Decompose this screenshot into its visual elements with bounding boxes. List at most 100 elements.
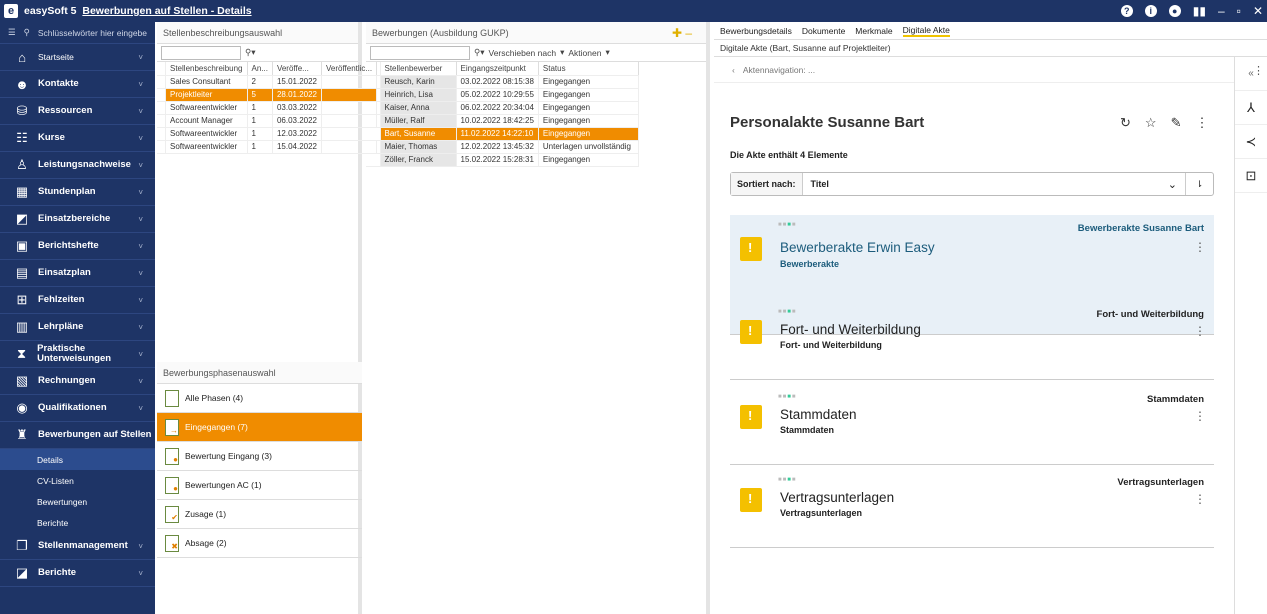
sidebar-item[interactable]: ⧗ Praktische Unterweisungen ˅ <box>0 341 155 368</box>
sidebar-item[interactable]: ❐ Stellenmanagement ˅ <box>0 533 155 560</box>
more-icon[interactable]: ⋮ <box>1194 324 1206 338</box>
table-row[interactable]: Softwareentwickler 1 03.03.2022 <box>157 101 378 115</box>
phase-item[interactable]: Alle Phasen (4) <box>157 384 362 413</box>
chevron-down-icon[interactable]: ˅ <box>138 542 143 551</box>
chevron-down-icon[interactable]: ˅ <box>138 404 143 413</box>
job-filter-input[interactable] <box>161 45 241 60</box>
column-header[interactable]: An... <box>247 62 273 76</box>
sidebar-subitem[interactable]: CV-Listen <box>0 470 155 491</box>
sidebar-item[interactable]: ◩ Einsatzbereiche ˅ <box>0 206 155 233</box>
table-row[interactable]: Müller, Ralf 10.02.2022 18:42:25 Eingegang… <box>366 114 639 128</box>
sidebar-item[interactable]: ☷ Kurse ˅ <box>0 125 155 152</box>
chevron-down-icon[interactable]: ˅ <box>138 350 143 359</box>
edit-icon[interactable]: ✎ <box>1171 115 1182 131</box>
table-row[interactable]: Softwareentwickler 1 15.04.2022 <box>157 140 378 154</box>
collapse-icon[interactable]: « <box>1235 57 1267 91</box>
sidebar-item[interactable]: ⊞ Fehlzeiten ˅ <box>0 287 155 314</box>
table-row[interactable]: Sales Consultant 2 15.01.2022 <box>157 75 378 89</box>
record-icon[interactable]: ● <box>1168 5 1181 17</box>
column-header[interactable]: Eingangszeitpunkt <box>456 62 539 76</box>
chevron-down-icon[interactable]: ˅ <box>138 377 143 386</box>
move-to-button[interactable]: Verschieben nach <box>489 48 557 58</box>
table-row[interactable]: Zöller, Franck 15.02.2022 15:28:31 Eingega… <box>366 153 639 167</box>
sort-select[interactable]: Sortiert nach: Titel ⌄ ⇂ <box>730 172 1214 196</box>
chevron-down-icon[interactable]: ˅ <box>138 188 143 197</box>
more-icon[interactable]: ⋮ <box>1194 492 1206 506</box>
table-row[interactable]: → Projektleiter 5 28.01.2022 <box>157 88 378 102</box>
help-icon[interactable]: ? <box>1120 5 1133 17</box>
sidebar-item[interactable]: ⌂ Startseite ˅ <box>0 44 155 71</box>
more-icon[interactable]: ⋮ <box>1195 115 1208 131</box>
tab-dokumente[interactable]: Dokumente <box>802 26 845 36</box>
chevron-down-icon[interactable]: ⌄ <box>1168 178 1177 191</box>
table-row[interactable]: Maier, Thomas 12.02.2022 13:45:32 Unterlag… <box>366 140 639 154</box>
upload-icon[interactable]: ⊡ <box>1235 159 1267 193</box>
chevron-down-icon[interactable]: ˅ <box>138 107 143 116</box>
file-card[interactable]: Stammdaten ■■■■ Stammdaten Stammdaten ⋮ <box>730 387 1214 465</box>
restore-icon[interactable]: ▫ <box>1237 4 1241 18</box>
chevron-down-icon[interactable]: ˅ <box>138 53 143 62</box>
table-row[interactable]: Reusch, Karin 03.02.2022 08:15:38 Eingegan… <box>366 75 639 89</box>
more-icon[interactable]: ⋮ <box>1194 240 1206 254</box>
search-icon[interactable]: ⚲▾ <box>245 47 256 58</box>
column-header[interactable]: Status <box>538 62 639 76</box>
column-header[interactable]: Veröffe... <box>272 62 323 76</box>
chevron-down-icon[interactable]: ˅ <box>138 134 143 143</box>
chevron-down-icon[interactable]: ˅ <box>138 80 143 89</box>
chevron-left-icon[interactable]: ‹ <box>732 65 735 75</box>
sidebar-item[interactable]: ◪ Berichte ˅ <box>0 560 155 587</box>
sort-order-icon[interactable]: ⇂ <box>1185 173 1213 195</box>
phase-item[interactable]: ● Bewertungen AC (1) <box>157 471 362 500</box>
file-card[interactable]: Fort- und Weiterbildung ■■■■ Fort- und Wei… <box>730 302 1214 380</box>
chevron-down-icon[interactable]: ˅ <box>138 569 143 578</box>
applicant-filter-input[interactable] <box>370 45 470 60</box>
table-row[interactable]: Heinrich, Lisa 05.02.2022 10:29:55 Eingega… <box>366 88 639 102</box>
tab-bewerbungsdetails[interactable]: Bewerbungsdetails <box>720 26 792 36</box>
minimize-button[interactable]: – <box>1218 4 1225 18</box>
column-header[interactable]: Stellenbeschreibung <box>165 62 248 76</box>
table-row[interactable]: → Bart, Susanne 11.02.2022 14:22:10 Eingega… <box>366 127 639 141</box>
phase-item[interactable]: ✖ Absage (2) <box>157 529 362 558</box>
sidebar-item[interactable]: ▧ Rechnungen ˅ <box>0 368 155 395</box>
sidebar-subitem[interactable]: Bewertungen <box>0 491 155 512</box>
chevron-down-icon[interactable]: ˅ <box>138 242 143 251</box>
sidebar-subitem[interactable]: Berichte <box>0 512 155 533</box>
sidebar-item[interactable]: ▦ Stundenplan ˅ <box>0 179 155 206</box>
sidebar-item[interactable]: ♙ Leistungsnachweise ˅ <box>0 152 155 179</box>
chevron-down-icon[interactable]: ˅ <box>138 323 143 332</box>
sidebar-search[interactable]: ☰ ⚲ Schlüsselwörter hier eingebe <box>0 22 155 44</box>
chevron-down-icon[interactable]: ˅ <box>138 296 143 305</box>
table-row[interactable]: Softwareentwickler 1 12.03.2022 <box>157 127 378 141</box>
more-icon[interactable]: ⋮ <box>1194 409 1206 423</box>
actions-button[interactable]: Aktionen <box>568 48 601 58</box>
star-icon[interactable]: ☆ <box>1145 115 1157 131</box>
menu-icon[interactable]: ☰ <box>8 27 16 38</box>
tab-merkmale[interactable]: Merkmale <box>855 26 892 36</box>
chevron-down-icon[interactable]: ˅ <box>138 215 143 224</box>
sidebar-item[interactable]: ☻ Kontakte ˅ <box>0 71 155 98</box>
phase-item[interactable]: → Eingegangen (7) <box>157 413 362 442</box>
sidebar-item[interactable]: ⛁ Ressourcen ˅ <box>0 98 155 125</box>
phase-item[interactable]: ● Bewertung Eingang (3) <box>157 442 362 471</box>
sidebar-item[interactable]: ◉ Qualifikationen ˅ <box>0 395 155 422</box>
sidebar-item[interactable]: ▤ Einsatzplan ˅ <box>0 260 155 287</box>
column-header[interactable]: Stellenbewerber <box>380 62 457 76</box>
chevron-up-icon[interactable]: ˄ <box>138 431 143 440</box>
sidebar-item[interactable]: ▣ Berichtshefte ˅ <box>0 233 155 260</box>
table-row[interactable]: Kaiser, Anna 06.02.2022 20:34:04 Eingegang… <box>366 101 639 115</box>
refresh-icon[interactable]: ↻ <box>1120 115 1131 131</box>
info-icon[interactable]: i <box>1144 5 1157 17</box>
chevron-down-icon[interactable]: ˅ <box>138 269 143 278</box>
file-card[interactable]: Vertragsunterlagen ■■■■ Vertragsunterlagen… <box>730 470 1214 548</box>
share-icon[interactable]: ≺ <box>1235 125 1267 159</box>
phase-item[interactable]: ✔ Zusage (1) <box>157 500 362 529</box>
file-navigation[interactable]: Aktennavigation: ... <box>743 65 815 75</box>
pdf-icon[interactable]: ⅄ <box>1235 91 1267 125</box>
sidebar-subitem[interactable]: Details <box>0 449 155 470</box>
sidebar-item[interactable]: ♜ Bewerbungen auf Stellen ˄ <box>0 422 155 449</box>
search-icon[interactable]: ⚲▾ <box>474 47 485 58</box>
add-icon[interactable]: ✚ – <box>672 26 692 40</box>
close-icon[interactable]: ✕ <box>1253 4 1263 18</box>
chevron-down-icon[interactable]: ˅ <box>138 161 143 170</box>
sidebar-item[interactable]: ▥ Lehrpläne ˅ <box>0 314 155 341</box>
